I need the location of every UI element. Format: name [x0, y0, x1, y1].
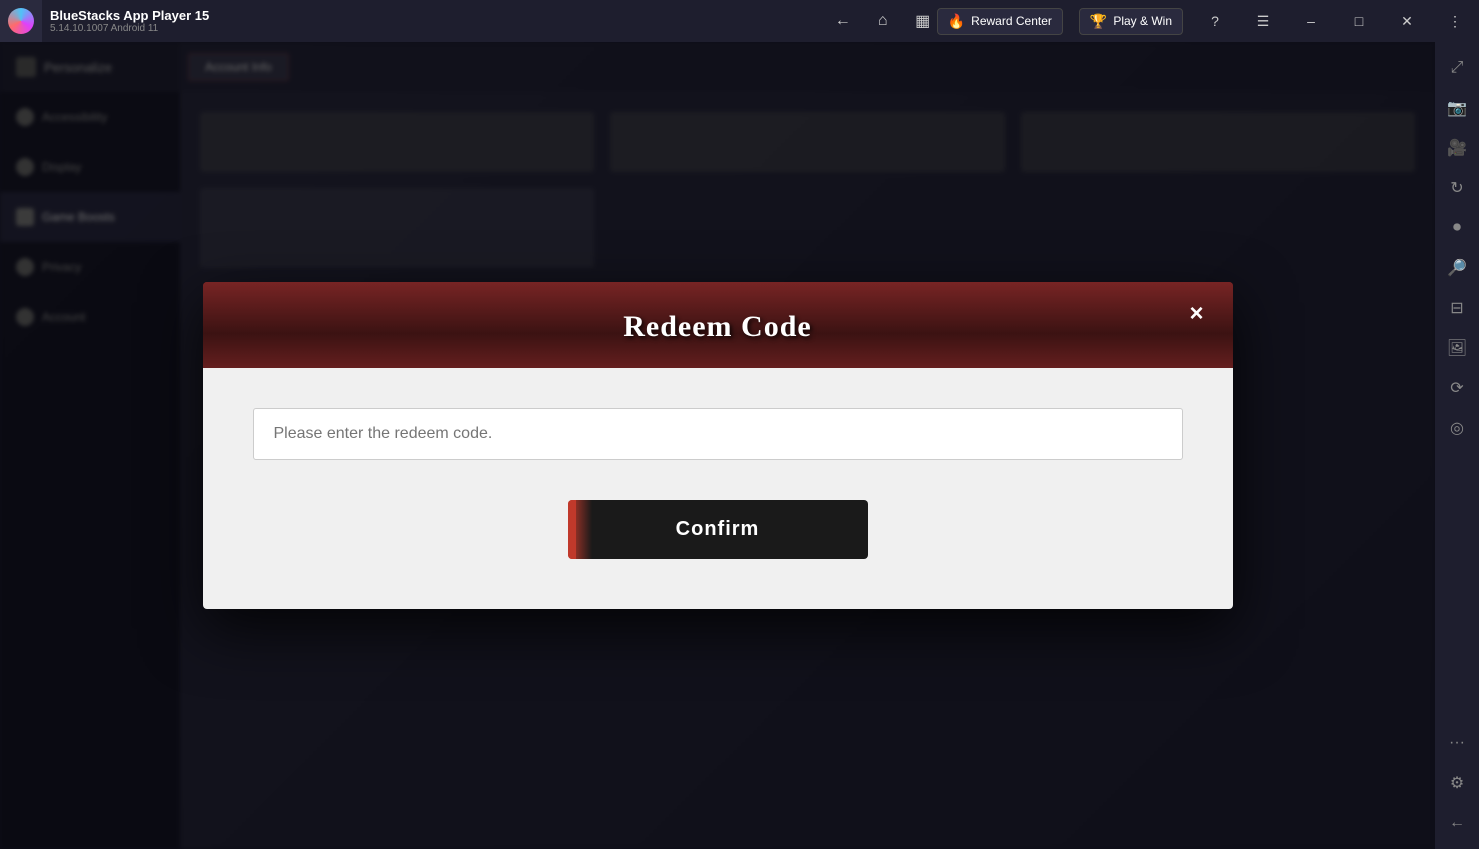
screenshot-icon[interactable]: 📷 [1439, 90, 1475, 126]
reward-center-label: Reward Center [971, 14, 1052, 28]
fire-icon: 🔥 [948, 13, 965, 30]
sidebar-toggle-button[interactable]: ⋮ [1439, 5, 1471, 37]
app-logo [0, 0, 42, 42]
screenshot2-icon[interactable]: 🖼 [1439, 330, 1475, 366]
camera-icon[interactable]: 🎥 [1439, 130, 1475, 166]
reward-center-button[interactable]: 🔥 Reward Center [937, 8, 1063, 35]
back-button[interactable]: ← [829, 7, 857, 35]
sync-icon[interactable]: ↻ [1439, 170, 1475, 206]
logo-circle [8, 8, 34, 34]
title-bar-buttons: 🔥 Reward Center 🏆 Play & Win ? ☰ – □ ✕ ⋮ [937, 5, 1479, 37]
collapse-icon[interactable]: ← [1439, 805, 1475, 841]
app-name: BlueStacks App Player 15 [50, 8, 817, 23]
redeem-code-input[interactable] [253, 408, 1183, 460]
app-version: 5.14.10.1007 Android 11 [50, 23, 817, 34]
modal-close-button[interactable]: × [1181, 298, 1213, 330]
location-icon[interactable]: ◎ [1439, 410, 1475, 446]
confirm-button[interactable]: Confirm [568, 500, 868, 559]
close-button[interactable]: ✕ [1391, 5, 1423, 37]
menu-button[interactable]: ☰ [1247, 5, 1279, 37]
rotate-icon[interactable]: ⟳ [1439, 370, 1475, 406]
modal-body: Confirm [203, 368, 1233, 609]
title-bar: BlueStacks App Player 15 5.14.10.1007 An… [0, 0, 1479, 42]
redeem-code-modal: Redeem Code × Confirm [203, 282, 1233, 609]
minimize-button[interactable]: – [1295, 5, 1327, 37]
confirm-label: Confirm [676, 518, 760, 540]
record-icon[interactable]: ⏺ [1439, 210, 1475, 246]
play-win-label: Play & Win [1113, 14, 1172, 28]
tabs-button[interactable]: ▦ [909, 7, 937, 35]
modal-title: Redeem Code [623, 310, 811, 343]
trophy-icon: 🏆 [1090, 13, 1107, 30]
zoom-in-icon[interactable]: 🔎 [1439, 250, 1475, 286]
modal-backdrop: Redeem Code × Confirm [0, 42, 1435, 849]
help-button[interactable]: ? [1199, 5, 1231, 37]
play-win-button[interactable]: 🏆 Play & Win [1079, 8, 1183, 35]
modal-header: Redeem Code × [203, 282, 1233, 368]
maximize-button[interactable]: □ [1343, 5, 1375, 37]
zoom-out-icon[interactable]: ⊟ [1439, 290, 1475, 326]
more-icon[interactable]: ··· [1439, 725, 1475, 761]
settings-icon[interactable]: ⚙ [1439, 765, 1475, 801]
nav-controls: ← ⌂ ▦ [829, 7, 937, 35]
home-button[interactable]: ⌂ [869, 7, 897, 35]
right-sidebar: ⤢ 📷 🎥 ↻ ⏺ 🔎 ⊟ 🖼 ⟳ ◎ ··· ⚙ ← [1435, 42, 1479, 849]
app-name-section: BlueStacks App Player 15 5.14.10.1007 An… [50, 8, 817, 34]
expand-icon[interactable]: ⤢ [1439, 50, 1475, 86]
